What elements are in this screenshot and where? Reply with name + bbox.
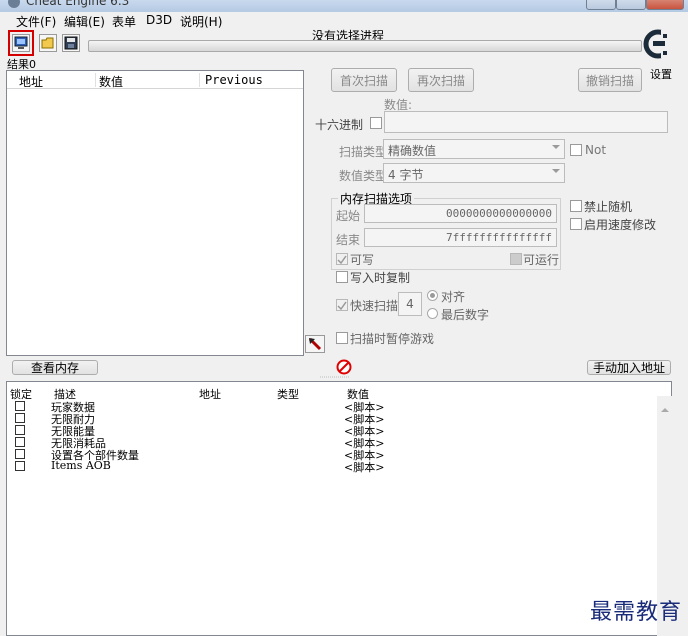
floppy-icon <box>64 36 78 50</box>
fast-scan-checkbox[interactable] <box>336 299 348 311</box>
column-address[interactable]: 地址 <box>19 73 43 90</box>
not-checkbox[interactable] <box>570 144 582 156</box>
folder-icon <box>41 37 54 49</box>
column-divider <box>95 73 96 87</box>
start-address-input[interactable]: 0000000000000000 <box>364 204 557 223</box>
scan-value-input[interactable] <box>384 111 668 133</box>
save-button[interactable] <box>62 34 80 52</box>
cheat-column-active[interactable]: 锁定 <box>10 386 32 402</box>
cheat-column-type[interactable]: 类型 <box>277 386 299 402</box>
value-type-label: 数值类型 <box>339 169 388 183</box>
column-previous[interactable]: Previous <box>205 73 263 87</box>
cheat-row-checkbox[interactable] <box>15 425 25 435</box>
chevron-down-icon <box>552 145 560 149</box>
cheat-row-checkbox[interactable] <box>15 413 25 423</box>
scan-type-label: 扫描类型 <box>339 145 388 159</box>
fast-scan-label: 快速扫描 <box>350 299 399 313</box>
clear-list-button[interactable] <box>336 359 352 375</box>
fast-scan-alignment-value: 4 <box>406 297 414 311</box>
align-label: 对齐 <box>441 290 466 304</box>
pause-game-label: 扫描时暂停游戏 <box>350 332 435 346</box>
stop-address-value: 7fffffffffffffff <box>446 231 552 244</box>
scan-type-select[interactable]: 精确数值 <box>383 139 565 159</box>
column-value[interactable]: 数值 <box>99 73 123 90</box>
first-scan-button[interactable]: 首次扫描 <box>331 68 397 92</box>
cheat-row-value[interactable]: <脚本> <box>344 459 384 475</box>
view-memory-button[interactable]: 查看内存 <box>12 360 98 375</box>
found-address-list[interactable]: 地址 数值 Previous <box>6 70 304 356</box>
writable-checkbox[interactable] <box>336 253 348 265</box>
cheat-engine-logo[interactable] <box>643 24 673 64</box>
menu-help[interactable]: 说明(H) <box>178 13 224 30</box>
scan-type-value: 精确数值 <box>388 144 437 158</box>
stop-address-input[interactable]: 7fffffffffffffff <box>364 228 557 247</box>
address-list-header: 地址 数值 Previous <box>7 71 303 89</box>
copy-on-write-label: 写入时复制 <box>350 271 411 285</box>
cheat-row-checkbox[interactable] <box>15 461 25 471</box>
disable-random-checkbox[interactable] <box>570 200 582 212</box>
speedhack-label: 启用速度修改 <box>584 218 657 232</box>
window-title: Cheat Engine 6.3 <box>26 0 130 8</box>
start-label: 起始 <box>336 209 361 223</box>
settings-label[interactable]: 设置 <box>650 66 672 82</box>
value-type-select[interactable]: 4 字节 <box>383 163 565 183</box>
splitter-grip[interactable] <box>320 376 350 379</box>
add-address-manually-button[interactable]: 手动加入地址 <box>587 360 671 375</box>
cheat-column-address[interactable]: 地址 <box>199 386 221 402</box>
disable-random-label: 禁止随机 <box>584 200 633 214</box>
scan-progress-bar <box>88 40 642 52</box>
check-icon <box>337 255 347 265</box>
writable-label: 可写 <box>350 253 375 267</box>
cheat-row-checkbox[interactable] <box>15 449 25 459</box>
executable-label: 可运行 <box>523 253 560 267</box>
minimize-button[interactable] <box>586 0 616 10</box>
cheat-row-checkbox[interactable] <box>15 437 25 447</box>
fast-scan-alignment-input[interactable]: 4 <box>398 292 422 316</box>
not-label: Not <box>585 143 607 157</box>
no-sign-icon <box>336 359 352 375</box>
hex-checkbox[interactable] <box>370 117 382 129</box>
value-type-value: 4 字节 <box>388 168 424 182</box>
undo-scan-button[interactable]: 撤销扫描 <box>578 68 642 92</box>
menu-edit[interactable]: 编辑(E) <box>62 13 107 30</box>
last-digits-radio[interactable] <box>427 308 438 319</box>
align-radio[interactable] <box>427 290 438 301</box>
watermark: 最需教育 <box>589 600 682 625</box>
app-icon <box>8 0 20 8</box>
open-process-button[interactable] <box>12 34 30 52</box>
title-bar: Cheat Engine 6.3 <box>0 0 688 12</box>
pause-game-checkbox[interactable] <box>336 332 348 344</box>
stop-label: 结束 <box>336 233 361 247</box>
advanced-options-button[interactable] <box>305 335 325 353</box>
hex-label: 十六进制 <box>315 118 364 132</box>
menu-file[interactable]: 文件(F) <box>14 13 58 30</box>
copy-on-write-checkbox[interactable] <box>336 271 348 283</box>
speedhack-checkbox[interactable] <box>570 218 582 230</box>
maximize-button[interactable] <box>616 0 646 10</box>
executable-checkbox[interactable] <box>510 253 522 265</box>
menu-d3d[interactable]: D3D <box>144 13 174 27</box>
computer-icon <box>14 36 28 49</box>
open-file-button[interactable] <box>39 34 57 52</box>
next-scan-button[interactable]: 再次扫描 <box>408 68 474 92</box>
scroll-up-icon <box>661 408 669 412</box>
chevron-down-icon <box>552 169 560 173</box>
arrow-pointer-icon <box>308 337 322 351</box>
close-button[interactable] <box>646 0 684 10</box>
last-digits-label: 最后数字 <box>441 308 490 322</box>
column-divider <box>199 73 200 87</box>
cheat-table[interactable]: 锁定 描述 地址 类型 数值 玩家数据 <脚本> 无限耐力 <脚本> 无限能量 … <box>6 381 673 636</box>
cheat-row-checkbox[interactable] <box>15 401 25 411</box>
start-address-value: 0000000000000000 <box>446 207 552 220</box>
check-icon <box>337 301 347 311</box>
menu-table[interactable]: 表单 <box>110 13 138 30</box>
cheat-row-description[interactable]: Items AOB <box>51 459 111 472</box>
